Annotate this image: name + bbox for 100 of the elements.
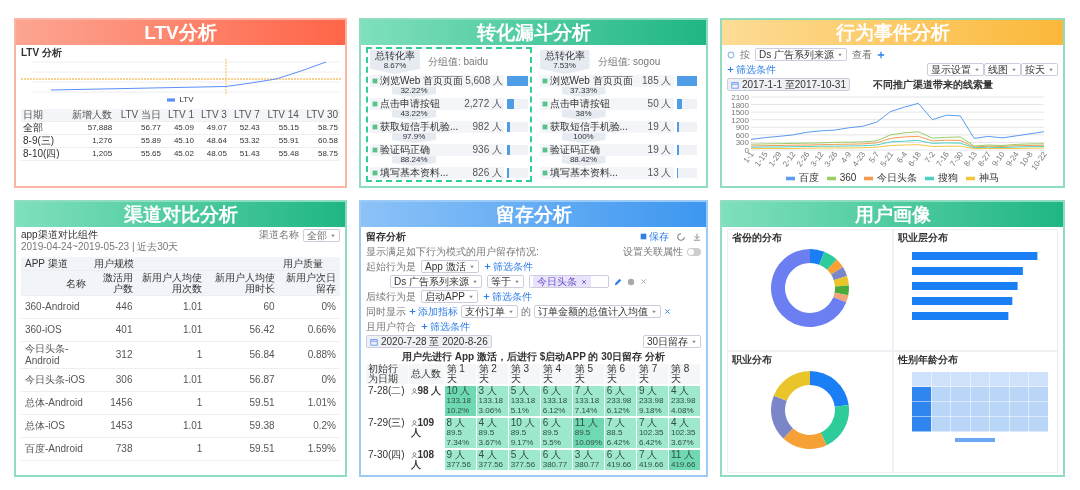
heatmap-cell: [990, 417, 1010, 432]
step-label[interactable]: 验证码正确 19 人: [539, 143, 674, 156]
axis-tick-label: 4-9: [839, 150, 854, 165]
step-label[interactable]: 获取短信手机验... 19 人: [539, 120, 674, 133]
step-label[interactable]: 填写基本资料... 13 人: [539, 166, 674, 179]
step-label[interactable]: 点击申请按钮 2,272 人: [370, 97, 504, 110]
event-select[interactable]: App 激活: [421, 260, 479, 273]
caret-icon: [472, 278, 478, 285]
heatmap-cell: [912, 372, 932, 387]
step-label[interactable]: 点击申请按钮 50 人: [539, 97, 674, 110]
heatmap-cell: [1029, 402, 1049, 417]
value-field[interactable]: 今日头条: [529, 275, 609, 288]
operator-select[interactable]: 等于: [487, 275, 524, 288]
retention-cell: 7 人 419.66: [636, 449, 669, 470]
caret-icon: [1048, 66, 1054, 73]
step-count: 185 人: [642, 74, 672, 87]
donut-slice: [809, 371, 849, 407]
step-label[interactable]: 浏览Web 首页页面 5,608 人: [370, 74, 504, 87]
info-icon[interactable]: [627, 277, 635, 286]
dropdown-button[interactable]: 显示设置: [927, 63, 984, 76]
group-label: 分组值: sogou: [597, 56, 661, 68]
axis-tick-label: 7-2: [923, 150, 937, 165]
close-icon[interactable]: [581, 278, 587, 285]
axis-tick-label: 600: [735, 130, 749, 140]
retention-cell: 6 人 89.5 5.5%: [540, 417, 573, 449]
filter-link[interactable]: 筛选条件: [727, 63, 776, 76]
date-range-button[interactable]: 2020-7-28 至 2020-8-26: [366, 335, 492, 348]
table-cell: 1.01: [136, 318, 207, 342]
table-cell: 1456: [89, 391, 137, 415]
event-select[interactable]: 启动APP: [421, 290, 478, 303]
retention-cell: 4 人 102.35 3.67%: [668, 417, 701, 449]
calendar-icon: [370, 337, 378, 346]
refresh-icon[interactable]: [677, 232, 685, 241]
edit-icon[interactable]: [614, 277, 622, 286]
step-icon: [541, 123, 548, 130]
step-name: 填写基本资料...: [380, 166, 449, 179]
date-range-button[interactable]: 2017-1-1 至2017-10-31: [727, 78, 850, 91]
dimension-select[interactable]: Ds 广告系列来源: [755, 48, 847, 61]
dropdown-button[interactable]: 按天: [1021, 63, 1058, 76]
add-metric-link[interactable]: 添加指标: [409, 305, 458, 318]
axis-tick-label: 300: [735, 138, 749, 148]
heatmap-cell: [931, 402, 951, 417]
step-name: 浏览Web 首页页面: [549, 74, 633, 87]
date-range: 2019-04-24~2019-05-23 | 近去30天: [21, 241, 179, 253]
heatmap-cell: [1029, 372, 1049, 387]
table-cell: 45.09: [163, 121, 196, 135]
step-count: 13 人: [647, 166, 672, 179]
retention-cell: 7 人 102.35 6.42%: [636, 417, 669, 449]
table-cell: 55.65: [114, 147, 163, 161]
table-cell: 360-iOS: [21, 318, 90, 342]
retention-cell: 11 人 89.5 10.09%: [572, 417, 605, 449]
axis-tick-label: 6-4: [895, 150, 910, 165]
filter-select[interactable]: 全部: [303, 229, 340, 242]
table-cell: 0%: [278, 295, 340, 319]
column-group-header: APP 渠道: [21, 257, 90, 271]
mode-select[interactable]: 30日留存: [642, 335, 701, 348]
step-icon: [372, 146, 378, 153]
rate-value: 7.53%: [552, 61, 577, 71]
table-cell: 8-10(四): [21, 147, 66, 161]
step-label[interactable]: 填写基本资料... 826 人: [370, 166, 504, 179]
filter-link[interactable]: 筛选条件: [483, 260, 533, 273]
step-label[interactable]: 浏览Web 首页页面 185 人: [539, 74, 674, 87]
event-select[interactable]: 支付订单: [461, 305, 518, 318]
legend-swatch-icon: [167, 95, 176, 104]
column-header[interactable]: 初始行为日期: [366, 364, 408, 385]
filter-link[interactable]: 筛选条件: [483, 290, 532, 303]
plus-icon: [483, 293, 490, 300]
table-cell: 738: [89, 437, 137, 461]
table-cell: 58.75: [300, 147, 340, 161]
step-icon: [541, 169, 548, 176]
filter-link[interactable]: 筛选条件: [421, 320, 470, 333]
chart-title: 省份的分布: [732, 232, 783, 244]
step-label[interactable]: 获取短信手机验... 982 人: [370, 120, 504, 133]
heatmap-cell: [970, 387, 990, 402]
dropdown-button[interactable]: 线图: [984, 63, 1021, 76]
gear-icon[interactable]: [727, 50, 735, 59]
metric-select[interactable]: 订单金额的总值计入均值: [534, 305, 661, 318]
column-header[interactable]: 名称: [21, 270, 90, 296]
column-header[interactable]: 新用户人均使用时长: [206, 270, 279, 296]
toggle-switch[interactable]: [687, 247, 701, 256]
step-label[interactable]: 验证码正确 936 人: [370, 143, 504, 156]
table-cell: 45.10: [163, 134, 196, 148]
step-icon: [372, 123, 378, 130]
chart-title: 职业层分布: [897, 232, 949, 244]
table-cell: 59.51: [206, 391, 279, 415]
heatmap-cell: [931, 372, 951, 387]
table-cell: 48.64: [195, 134, 229, 148]
caret-icon: [974, 66, 980, 73]
table-cell: 401: [89, 318, 137, 342]
heatmap-cell: [990, 387, 1010, 402]
save-button[interactable]: 保存: [640, 230, 669, 243]
table-cell: 1: [136, 391, 207, 415]
download-icon[interactable]: [693, 232, 701, 241]
plus-icon[interactable]: [877, 50, 885, 59]
close-icon[interactable]: [640, 278, 647, 285]
retention-cell: 3 人 380.77: [572, 449, 605, 470]
property-select[interactable]: Ds 广告系列来源: [390, 275, 482, 288]
close-icon[interactable]: [664, 308, 671, 315]
description: 显示满足如下行为模式的用户留存情况:: [366, 245, 539, 258]
heatmap-cell: [951, 387, 971, 402]
